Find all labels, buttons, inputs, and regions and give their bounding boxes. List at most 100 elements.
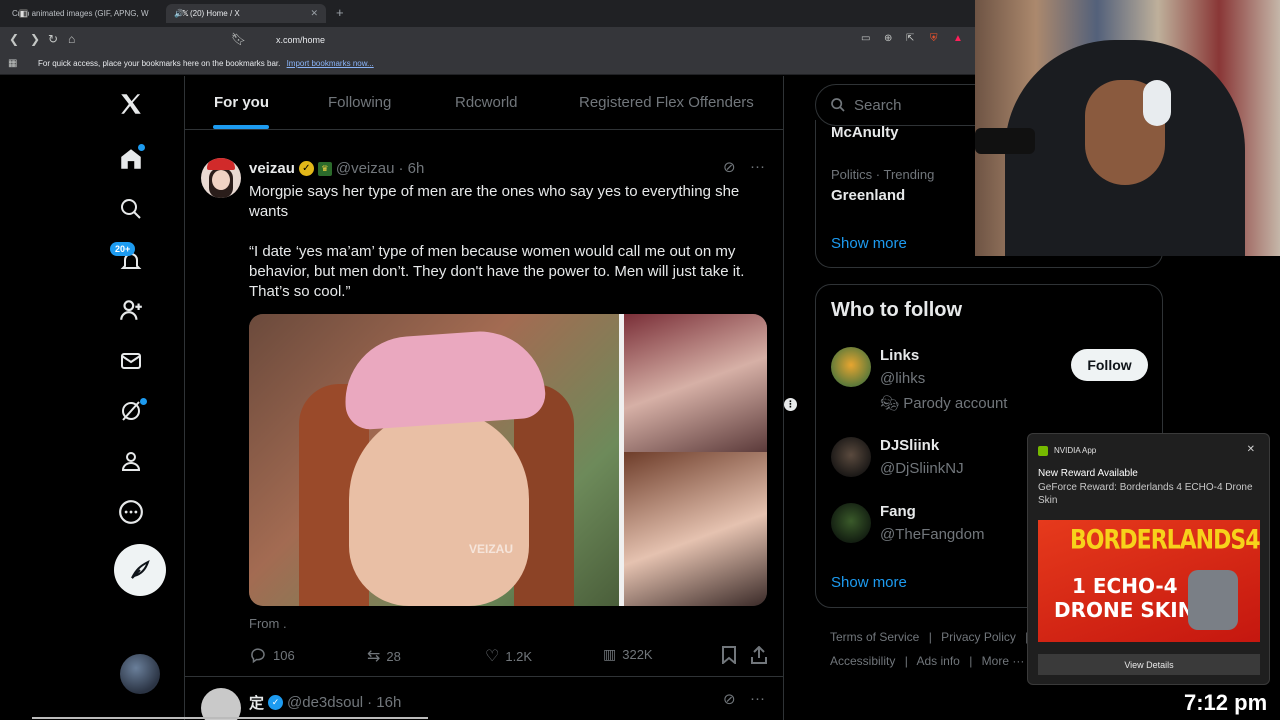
- follow-name-djsliink[interactable]: DJSliink: [880, 437, 939, 454]
- tab-registered-flex-offenders[interactable]: Registered Flex Offenders: [579, 94, 754, 111]
- toast-app-name: NVIDIA App: [1054, 446, 1097, 455]
- author-name[interactable]: veizau: [249, 160, 295, 177]
- brave-rewards-icon[interactable]: ▲: [953, 33, 963, 44]
- communities-icon[interactable]: [116, 295, 146, 325]
- browser-tab-x-home[interactable]: 𝕏 🔊 (20) Home / X ✕: [166, 4, 326, 23]
- tab-following[interactable]: Following: [328, 94, 391, 111]
- timeline: For you Following Rdcworld Registered Fl…: [185, 76, 783, 720]
- x-favicon-icon: 𝕏: [182, 9, 189, 18]
- follow-show-more[interactable]: Show more: [831, 574, 907, 591]
- grok-icon[interactable]: [116, 396, 147, 426]
- tweet-time[interactable]: · 6h: [398, 160, 424, 177]
- follow-avatar-links[interactable]: [831, 347, 871, 387]
- bookmark-page-icon[interactable]: 🔖︎: [231, 32, 246, 46]
- back-icon[interactable]: ❮: [9, 32, 19, 46]
- author-avatar[interactable]: [201, 158, 241, 198]
- tweet-header: veizau ✓ ♛ @veizau · 6h: [249, 160, 424, 177]
- parody-label: 🎭︎ Parody account: [880, 394, 1007, 412]
- follow-avatar-fang[interactable]: [831, 503, 871, 543]
- follow-name-links[interactable]: Links: [880, 347, 919, 364]
- grok-explain-icon-2[interactable]: ⊘: [723, 690, 736, 708]
- follow-handle-links[interactable]: @lihks: [880, 370, 925, 387]
- repost-button[interactable]: ⇆ 28: [367, 646, 401, 666]
- views-button[interactable]: ▥ 322K: [603, 646, 653, 663]
- tweet-more-icon[interactable]: ···: [750, 158, 765, 175]
- profile-icon[interactable]: [116, 446, 146, 476]
- author-handle-2[interactable]: @de3dsoul: [287, 694, 363, 711]
- repost-count: 28: [386, 648, 401, 664]
- author-handle[interactable]: @veizau: [336, 160, 395, 177]
- grok-explain-icon[interactable]: ⊘: [723, 158, 736, 176]
- footer-ads-info[interactable]: Ads info: [917, 654, 960, 668]
- follow-button[interactable]: Follow: [1071, 349, 1148, 381]
- compose-post-button[interactable]: [114, 544, 166, 596]
- microphone-icon: [975, 128, 1035, 154]
- left-nav: [100, 76, 180, 720]
- follow-handle-djsliink[interactable]: @DjSliinkNJ: [880, 460, 964, 477]
- search-icon[interactable]: [116, 194, 146, 224]
- zoom-icon[interactable]: ⊕: [884, 33, 892, 44]
- footer-terms[interactable]: Terms of Service: [830, 630, 919, 644]
- home-icon[interactable]: [116, 144, 146, 174]
- home-button-icon[interactable]: ⌂: [68, 32, 75, 46]
- toast-close-icon[interactable]: ✕: [1247, 444, 1255, 455]
- scroll-options-icon[interactable]: ⋮: [784, 398, 797, 411]
- close-tab-icon[interactable]: ✕: [310, 8, 318, 19]
- author-name-2[interactable]: 定: [249, 692, 264, 713]
- browser-tab-crop[interactable]: ◧ Crop animated images (GIF, APNG, W: [4, 4, 164, 23]
- cast-icon[interactable]: ▭: [861, 33, 870, 44]
- account-avatar[interactable]: [120, 654, 160, 694]
- more-icon[interactable]: [116, 497, 146, 527]
- apps-grid-icon[interactable]: ▦: [8, 58, 17, 69]
- like-button[interactable]: ♡ 1.2K: [485, 646, 532, 666]
- feather-icon: [131, 560, 150, 579]
- tweet-2-time[interactable]: · 16h: [367, 694, 401, 711]
- new-tab-icon[interactable]: +: [336, 5, 344, 20]
- timeline-tabs: For you Following Rdcworld Registered Fl…: [185, 76, 783, 130]
- view-details-button[interactable]: View Details: [1038, 654, 1260, 675]
- like-count: 1.2K: [505, 648, 533, 664]
- forward-icon[interactable]: ❯: [30, 32, 40, 46]
- follow-name-fang[interactable]: Fang: [880, 503, 916, 520]
- clock: 7:12 pm: [1184, 690, 1268, 715]
- horizontal-scrollbar[interactable]: [32, 717, 428, 719]
- share-icon[interactable]: [751, 646, 767, 664]
- trends-show-more[interactable]: Show more: [831, 235, 907, 252]
- trend-meta: Politics · Trending: [831, 167, 935, 182]
- footer-more[interactable]: More ···: [982, 654, 1025, 668]
- tweet-2-more-icon[interactable]: ···: [750, 690, 765, 707]
- home-new-dot: [138, 144, 145, 151]
- author-avatar-2[interactable]: [201, 688, 241, 720]
- share-icon[interactable]: ⇱: [906, 33, 914, 44]
- follow-avatar-djsliink[interactable]: [831, 437, 871, 477]
- tweet-video[interactable]: VEIZAU: [249, 314, 767, 606]
- tweet-text-quote: “I date ‘yes ma’am’ type of men because …: [249, 243, 745, 300]
- footer-privacy[interactable]: Privacy Policy: [941, 630, 1016, 644]
- brave-shield-icon[interactable]: ⛨: [930, 33, 938, 44]
- parody-mask-icon: 🎭︎: [880, 395, 900, 412]
- drone-icon: [1188, 570, 1238, 630]
- messages-icon[interactable]: [116, 346, 146, 376]
- tab-rdcworld[interactable]: Rdcworld: [455, 94, 518, 111]
- from-label[interactable]: From .: [249, 616, 287, 631]
- trend-partial[interactable]: McAnulty: [831, 124, 899, 141]
- import-bookmarks-link[interactable]: Import bookmarks now...: [287, 59, 374, 68]
- toast-promo-image[interactable]: BORDERLANDS4 1 ECHO-4 DRONE SKIN: [1038, 520, 1260, 642]
- tweet-2[interactable]: 定 ✓ @de3dsoul · 16h ⊘ ···: [185, 678, 783, 720]
- grok-new-dot: [140, 398, 147, 405]
- nvidia-notification[interactable]: NVIDIA App ✕ New Reward Available GeForc…: [1027, 433, 1270, 685]
- footer-accessibility[interactable]: Accessibility: [830, 654, 895, 668]
- reload-icon[interactable]: ↻: [48, 32, 58, 46]
- reply-button[interactable]: 106: [249, 646, 295, 664]
- bookmarks-hint: For quick access, place your bookmarks h…: [38, 59, 281, 68]
- follow-handle-fang[interactable]: @TheFangdom: [880, 526, 984, 543]
- promo-title: BORDERLANDS4: [1070, 525, 1260, 556]
- tweet-text-line1: Morgpie says her type of men are the one…: [249, 183, 740, 220]
- bookmark-icon[interactable]: [721, 646, 737, 664]
- divider-right: [783, 76, 784, 720]
- tab-for-you[interactable]: For you: [214, 94, 269, 111]
- repost-icon: ⇆: [367, 648, 381, 665]
- search-placeholder: Search: [854, 96, 902, 114]
- trend-greenland[interactable]: Greenland: [831, 187, 905, 204]
- x-logo-icon[interactable]: [116, 89, 146, 119]
